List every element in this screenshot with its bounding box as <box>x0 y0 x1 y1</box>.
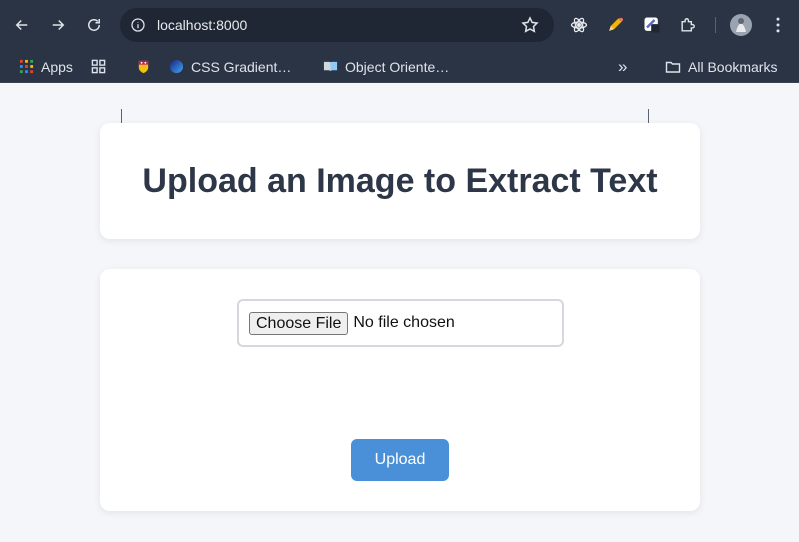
choose-file-button[interactable]: Choose File <box>249 311 349 335</box>
browser-toolbar: localhost:8000 <box>0 0 799 50</box>
color-picker-extension-icon[interactable] <box>640 13 664 37</box>
reload-icon <box>88 19 100 31</box>
tab-groups-button[interactable] <box>90 50 106 83</box>
bookmark-star-icon[interactable] <box>520 15 540 35</box>
title-card: Upload an Image to Extract Text <box>100 123 700 239</box>
file-status-text: No file chosen <box>353 314 455 331</box>
all-bookmarks-button[interactable]: All Bookmarks <box>665 50 777 83</box>
reload-button[interactable] <box>76 7 112 43</box>
tab-grid-icon <box>90 59 106 75</box>
arrow-left-icon <box>15 19 28 31</box>
site-info-icon[interactable] <box>128 15 148 35</box>
css-gradient-favicon-icon <box>168 59 184 75</box>
forward-button[interactable] <box>40 7 76 43</box>
browser-menu-button[interactable] <box>766 13 790 37</box>
bookmark-apps-label: Apps <box>41 58 73 75</box>
bookmarks-overflow-button[interactable]: » <box>618 50 627 83</box>
shield-favicon-icon <box>135 59 151 75</box>
upload-card: Choose File No file chosen Upload <box>100 269 700 511</box>
folder-icon <box>665 59 681 75</box>
bookmark-css-gradient[interactable]: CSS Gradient… <box>168 50 291 83</box>
back-button[interactable] <box>4 7 40 43</box>
page-title: Upload an Image to Extract Text <box>142 161 658 200</box>
profile-avatar[interactable] <box>729 13 753 37</box>
book-favicon-icon <box>322 59 338 75</box>
bookmark-apps[interactable]: Apps <box>18 50 73 83</box>
bookmark-label: Object Oriente… <box>345 58 450 75</box>
upload-button[interactable]: Upload <box>351 439 449 481</box>
react-devtools-icon[interactable] <box>567 13 591 37</box>
pencil-extension-icon[interactable] <box>603 13 627 37</box>
more-vertical-icon <box>776 17 780 33</box>
bookmark-label: CSS Gradient… <box>191 58 292 75</box>
bookmark-shield-favicon[interactable] <box>135 50 151 83</box>
url-text[interactable]: localhost:8000 <box>157 17 247 33</box>
apps-grid-icon <box>18 59 34 75</box>
arrow-right-icon <box>52 19 65 31</box>
bookmarks-bar: Apps CSS Gradient… Object Oriente… » All… <box>0 50 799 125</box>
file-input[interactable]: Choose File No file chosen <box>237 299 564 347</box>
address-bar[interactable]: localhost:8000 <box>120 8 554 42</box>
all-bookmarks-label: All Bookmarks <box>688 58 778 75</box>
extensions-puzzle-icon[interactable] <box>676 13 700 37</box>
double-chevron-right-icon: » <box>618 56 628 76</box>
bookmark-object-oriented[interactable]: Object Oriente… <box>322 50 449 83</box>
toolbar-divider <box>715 17 716 33</box>
